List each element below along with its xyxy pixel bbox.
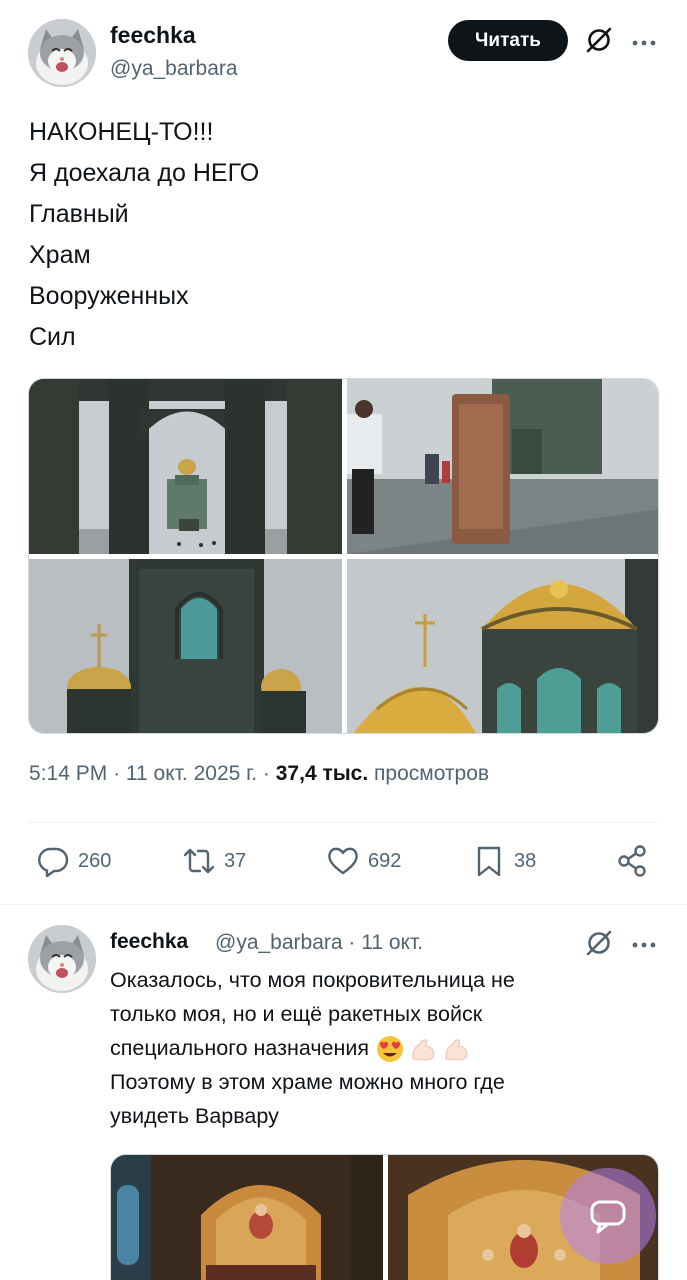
cat-avatar-image: [28, 925, 96, 993]
avatar[interactable]: [28, 925, 96, 993]
emoji-group: [375, 1034, 471, 1064]
tweet-line: Я доехала до НЕГО: [29, 159, 260, 187]
reply-icon: [38, 847, 69, 878]
meta-separator: ·: [262, 762, 276, 785]
author-handle[interactable]: @ya_barbara: [110, 57, 238, 81]
photo-cathedral-tower[interactable]: [29, 559, 342, 733]
repost-icon: [183, 848, 215, 874]
flexed-biceps-emoji: [445, 1039, 468, 1061]
tweet-text: НАКОНЕЦ-ТО!!! Я доехала до НЕГО Главный …: [29, 112, 259, 358]
tweet-line: Главный: [29, 200, 129, 228]
photo-grid: [28, 378, 659, 734]
like-count: 692: [368, 849, 402, 872]
tweet-date[interactable]: 11 окт. 2025 г.: [126, 762, 257, 785]
grok-icon[interactable]: [585, 929, 613, 957]
tweet-meta: 5:14 PM · 11 окт. 2025 г. · 37,4 тыс. пр…: [29, 762, 489, 786]
bookmark-count: 38: [514, 849, 537, 872]
tweet-line: Оказалось, что моя покровительница не: [110, 968, 515, 992]
like-button[interactable]: 692: [326, 844, 401, 878]
more-dots-icon[interactable]: [630, 35, 658, 46]
flexed-biceps-emoji: [412, 1039, 435, 1061]
views-count[interactable]: 37,4 тыс.: [276, 762, 368, 785]
tweet-line: Вооруженных: [29, 282, 189, 310]
divider: [28, 822, 659, 823]
author-name[interactable]: feechka: [110, 22, 196, 49]
tweet-line: специального назначения: [110, 1036, 369, 1060]
tweet-time[interactable]: 5:14 PM: [29, 762, 107, 785]
heart-eyes-emoji: [377, 1036, 403, 1063]
tweet-text: Оказалось, что моя покровительница не то…: [110, 963, 630, 1133]
photo-interior-mosaic-left[interactable]: [111, 1155, 383, 1280]
tweet-line: только моя, но и ещё ракетных войск: [110, 1002, 483, 1026]
reply-count: 260: [78, 849, 112, 872]
tweet-line: Сил: [29, 323, 76, 351]
repost-count: 37: [224, 849, 247, 872]
divider: [0, 904, 687, 905]
photo-cathedral-arch[interactable]: [29, 379, 342, 554]
compose-fab[interactable]: [560, 1168, 656, 1264]
meta-separator: ·: [113, 762, 126, 785]
author-handle-date[interactable]: @ya_barbara · 11 окт.: [215, 931, 423, 955]
bookmark-icon: [477, 846, 501, 877]
share-button[interactable]: [616, 844, 650, 878]
bookmark-button[interactable]: 38: [472, 844, 536, 878]
author-name[interactable]: feechka: [110, 930, 188, 954]
tweet-line: НАКОНЕЦ-ТО!!!: [29, 118, 214, 146]
more-dots-icon[interactable]: [630, 937, 658, 948]
views-label: просмотров: [374, 762, 490, 785]
tweet-line: Храм: [29, 241, 91, 269]
reply-button[interactable]: 260: [36, 844, 111, 878]
avatar[interactable]: [28, 19, 96, 87]
photo-golden-domes[interactable]: [347, 559, 658, 733]
tweet-line: Поэтому в этом храме можно много где: [110, 1070, 505, 1094]
photo-square-monument[interactable]: [347, 379, 658, 554]
share-icon: [618, 845, 646, 877]
cat-avatar-image: [28, 19, 96, 87]
repost-button[interactable]: 37: [182, 844, 246, 878]
heart-icon: [328, 847, 358, 875]
follow-button[interactable]: Читать: [448, 20, 568, 61]
grok-icon[interactable]: [585, 26, 613, 54]
tweet-line-with-emoji: специального назначения: [110, 1031, 630, 1065]
tweet-line: увидеть Варвару: [110, 1104, 279, 1128]
chat-bubble-icon: [590, 1200, 626, 1234]
